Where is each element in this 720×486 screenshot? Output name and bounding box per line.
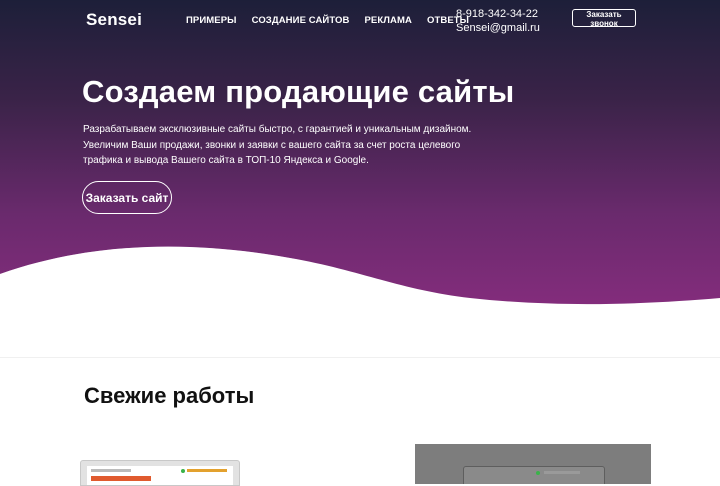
email-address[interactable]: Sensei@gmail.ru (456, 21, 540, 35)
order-call-button[interactable]: Заказать звонок (572, 9, 636, 28)
portfolio-item-thumbnail[interactable] (80, 460, 240, 486)
portfolio-item-thumbnail[interactable] (415, 444, 651, 484)
thumbnail-menu-bar (91, 469, 131, 472)
contacts-block: 8-918-342-34-22 Sensei@gmail.ru (456, 7, 540, 35)
nav-link-site-creation[interactable]: СОЗДАНИЕ САЙТОВ (252, 15, 350, 26)
section-divider (0, 357, 720, 358)
nav-link-examples[interactable]: ПРИМЕРЫ (186, 15, 237, 26)
works-section-title: Свежие работы (84, 383, 255, 408)
hero-section: Sensei ПРИМЕРЫ СОЗДАНИЕ САЙТОВ РЕКЛАМА О… (0, 0, 720, 330)
hero-description: Разрабатываем эксклюзивные сайты быстро,… (83, 124, 472, 166)
hero-wave (0, 246, 720, 330)
thumbnail-banner (91, 476, 151, 481)
thumbnail-status-dot (181, 469, 185, 473)
device-screen (87, 466, 233, 485)
logo[interactable]: Sensei (86, 10, 142, 30)
nav-link-advertising[interactable]: РЕКЛАМА (364, 15, 411, 26)
thumbnail-status-dot (536, 471, 540, 475)
hero-title: Создаем продающие сайты (82, 74, 515, 109)
phone-number[interactable]: 8-918-342-34-22 (456, 7, 540, 21)
order-site-button[interactable]: Заказать сайт (82, 181, 172, 214)
main-nav: ПРИМЕРЫ СОЗДАНИЕ САЙТОВ РЕКЛАМА ОТВЕТЫ (186, 15, 484, 26)
thumbnail-header-bar (187, 469, 227, 472)
thumbnail-header-bar (544, 471, 580, 474)
device-screen (463, 466, 605, 484)
